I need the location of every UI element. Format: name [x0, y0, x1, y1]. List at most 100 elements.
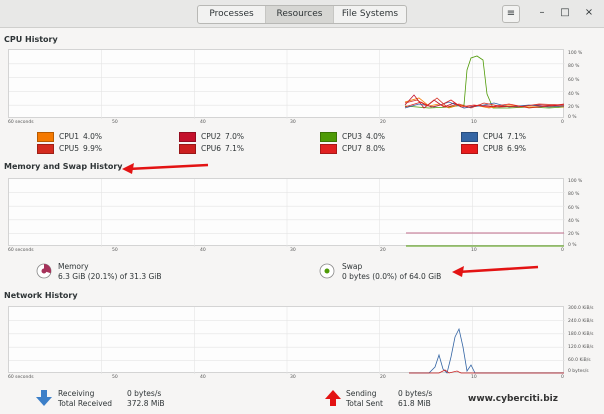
cpu4-label: CPU4 — [483, 132, 504, 141]
memory-x-tick: 20 — [380, 248, 386, 253]
cpu-history-title: CPU History — [4, 35, 58, 44]
memory-x-tick: 40 — [200, 248, 206, 253]
memory-y-tick: 60 % — [568, 206, 580, 211]
cpu-history-graph — [8, 49, 565, 119]
cpu6-value: 7.1% — [225, 144, 245, 153]
cpu-y-tick: 60 % — [568, 78, 580, 83]
total-sent-label: Total Sent — [346, 399, 383, 408]
swap-pie-icon[interactable] — [319, 263, 335, 279]
tab-file-systems[interactable]: File Systems — [334, 6, 406, 23]
watermark: www.cyberciti.biz — [468, 394, 558, 404]
cpu-legend-item[interactable]: CPU3 4.0% — [320, 131, 440, 143]
cpu2-label: CPU2 — [201, 132, 222, 141]
network-x-tick: 60 seconds — [8, 375, 34, 380]
cpu5-value: 9.9% — [83, 144, 103, 153]
cpu-y-tick: 100 % — [568, 51, 583, 56]
total-sent-value: 61.8 MiB — [398, 399, 431, 408]
cpu-legend-item[interactable]: CPU2 7.0% — [179, 131, 299, 143]
memory-y-tick: 80 % — [568, 192, 580, 197]
network-x-tick: 30 — [290, 375, 296, 380]
annotation-arrow-icon — [122, 163, 209, 174]
cpu-legend-item[interactable]: CPU6 7.1% — [179, 143, 299, 155]
network-x-tick: 0 — [561, 375, 564, 380]
cpu-x-tick: 30 — [290, 120, 296, 125]
memory-label: Memory — [58, 262, 89, 271]
cpu3-value: 4.0% — [366, 132, 386, 141]
annotation-arrow-icon — [452, 265, 539, 277]
memory-swap-history-graph — [8, 178, 565, 247]
cpu8-color-swatch[interactable] — [461, 144, 478, 154]
close-icon[interactable]: × — [582, 6, 596, 20]
sending-value: 0 bytes/s — [398, 389, 433, 398]
cpu-x-tick: 50 — [112, 120, 118, 125]
cpu1-label: CPU1 — [59, 132, 80, 141]
memory-y-tick: 100 % — [568, 179, 583, 184]
cpu8-value: 6.9% — [507, 144, 527, 153]
memory-x-tick: 50 — [112, 248, 118, 253]
cpu-legend-item[interactable]: CPU7 8.0% — [320, 143, 440, 155]
cpu-x-tick: 20 — [380, 120, 386, 125]
cpu1-color-swatch[interactable] — [37, 132, 54, 142]
cpu-legend-item[interactable]: CPU8 6.9% — [461, 143, 581, 155]
cpu2-color-swatch[interactable] — [179, 132, 196, 142]
sending-arrow-icon[interactable] — [325, 389, 341, 407]
cpu-legend-item[interactable]: CPU5 9.9% — [37, 143, 157, 155]
cpu5-label: CPU5 — [59, 144, 80, 153]
network-y-tick: 240.0 KiB/s — [568, 319, 594, 324]
memory-y-tick: 20 % — [568, 232, 580, 237]
cpu4-color-swatch[interactable] — [461, 132, 478, 142]
cpu-legend-item[interactable]: CPU4 7.1% — [461, 131, 581, 143]
cpu7-label: CPU7 — [342, 144, 363, 153]
network-x-tick: 10 — [471, 375, 477, 380]
network-y-tick: 120.0 KiB/s — [568, 345, 594, 350]
minimize-icon[interactable]: – — [535, 6, 549, 20]
memory-y-tick: 40 % — [568, 219, 580, 224]
maximize-icon[interactable]: □ — [558, 6, 572, 20]
swap-value: 0 bytes (0.0%) of 64.0 GiB — [342, 272, 442, 281]
cpu3-label: CPU3 — [342, 132, 363, 141]
memory-x-tick: 10 — [471, 248, 477, 253]
cpu-x-tick: 10 — [471, 120, 477, 125]
network-x-tick: 50 — [112, 375, 118, 380]
memory-swap-history-title: Memory and Swap History — [4, 162, 123, 171]
cpu3-color-swatch[interactable] — [320, 132, 337, 142]
total-received-value: 372.8 MiB — [127, 399, 165, 408]
memory-x-tick: 60 seconds — [8, 248, 34, 253]
cpu7-value: 8.0% — [366, 144, 386, 153]
cpu-x-tick: 0 — [561, 120, 564, 125]
network-history-graph — [8, 306, 565, 374]
cpu6-color-swatch[interactable] — [179, 144, 196, 154]
total-received-label: Total Received — [58, 399, 113, 408]
cpu-x-tick: 60 seconds — [8, 120, 34, 125]
cpu-y-tick: 20 % — [568, 105, 580, 110]
memory-pie-icon[interactable] — [36, 263, 52, 279]
cpu7-color-swatch[interactable] — [320, 144, 337, 154]
cpu1-value: 4.0% — [83, 132, 103, 141]
cpu-y-tick: 40 % — [568, 92, 580, 97]
cpu-legend-item[interactable]: CPU1 4.0% — [37, 131, 157, 143]
cpu-y-tick: 80 % — [568, 64, 580, 69]
cpu8-label: CPU8 — [483, 144, 504, 153]
tab-processes[interactable]: Processes — [198, 6, 266, 23]
cpu4-value: 7.1% — [507, 132, 527, 141]
memory-x-tick: 0 — [561, 248, 564, 253]
hamburger-menu-icon[interactable]: ≡ — [502, 5, 520, 23]
receiving-arrow-icon[interactable] — [36, 389, 52, 407]
tab-resources[interactable]: Resources — [266, 6, 334, 23]
network-y-tick: 300.0 KiB/s — [568, 306, 594, 311]
network-history-title: Network History — [4, 291, 78, 300]
memory-y-tick: 0 % — [568, 243, 577, 248]
header-bar: Processes Resources File Systems ≡ – □ × — [0, 0, 604, 28]
cpu-y-tick: 0 % — [568, 115, 577, 120]
memory-value: 6.3 GiB (20.1%) of 31.3 GiB — [58, 272, 162, 281]
receiving-label: Receiving — [58, 389, 95, 398]
view-switcher: Processes Resources File Systems — [197, 5, 407, 24]
network-x-tick: 40 — [200, 375, 206, 380]
network-x-tick: 20 — [380, 375, 386, 380]
cpu-x-tick: 40 — [200, 120, 206, 125]
cpu2-value: 7.0% — [225, 132, 245, 141]
network-y-tick: 60.0 KiB/s — [568, 358, 591, 363]
receiving-value: 0 bytes/s — [127, 389, 162, 398]
cpu5-color-swatch[interactable] — [37, 144, 54, 154]
swap-label: Swap — [342, 262, 363, 271]
